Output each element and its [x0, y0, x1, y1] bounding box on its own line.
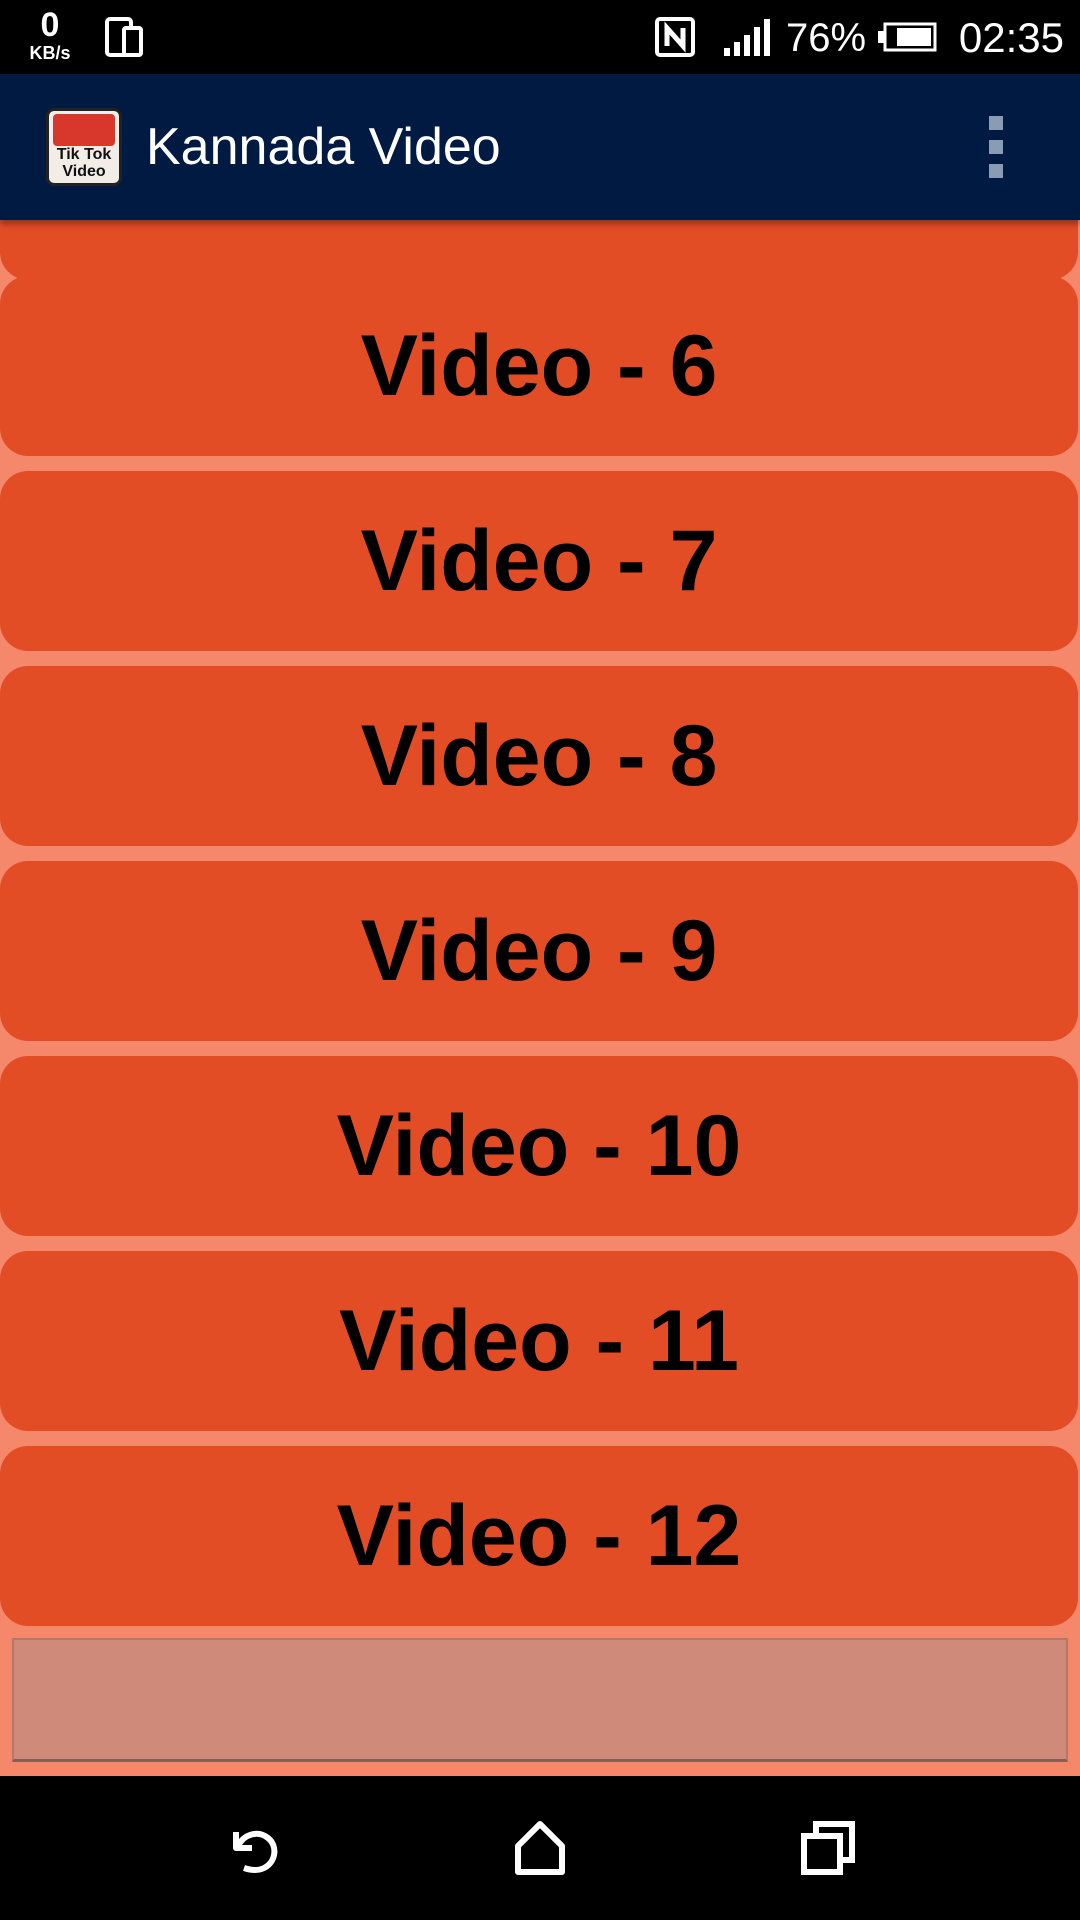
menu-dot [989, 140, 1003, 154]
video-item[interactable]: Video - 7 [0, 471, 1078, 651]
navigation-bar [0, 1776, 1080, 1920]
menu-dot [989, 164, 1003, 178]
video-item[interactable]: Video - 9 [0, 861, 1078, 1041]
device-icon [104, 16, 144, 58]
signal-icon [722, 18, 772, 56]
app-title: Kannada Video [146, 118, 501, 176]
video-item-partial[interactable] [0, 220, 1078, 280]
network-speed-value: 0 [40, 6, 60, 44]
status-bar: 0 KB/s 76% 02:35 [0, 0, 1080, 74]
back-icon[interactable] [218, 1812, 290, 1884]
home-icon[interactable] [504, 1812, 576, 1884]
video-item[interactable]: Video - 10 [0, 1056, 1078, 1236]
network-speed: 0 KB/s [22, 8, 78, 62]
video-item[interactable]: Video - 8 [0, 666, 1078, 846]
nfc-icon [654, 16, 696, 58]
video-item[interactable]: Video - 11 [0, 1251, 1078, 1431]
video-item[interactable]: Video - 6 [0, 276, 1078, 456]
ad-banner[interactable] [12, 1638, 1068, 1762]
logo-text-line-1: Tik Tok [56, 146, 112, 163]
battery-percent: 76% [786, 16, 867, 60]
menu-dot [989, 116, 1003, 130]
logo-text-line-2: Video [62, 163, 106, 180]
logo-kannada-mark [53, 114, 115, 146]
recents-icon[interactable] [792, 1812, 864, 1884]
clock: 02:35 [958, 14, 1064, 61]
video-item[interactable]: Video - 12 [0, 1446, 1078, 1626]
video-list[interactable]: Video - 6 Video - 7 Video - 8 Video - 9 … [0, 220, 1080, 1626]
network-speed-unit: KB/s [29, 43, 71, 63]
app-logo: Tik Tok Video [46, 108, 122, 186]
overflow-menu-icon[interactable] [984, 116, 1008, 178]
app-bar: Tik Tok Video Kannada Video [0, 74, 1080, 220]
battery-icon [878, 22, 938, 52]
